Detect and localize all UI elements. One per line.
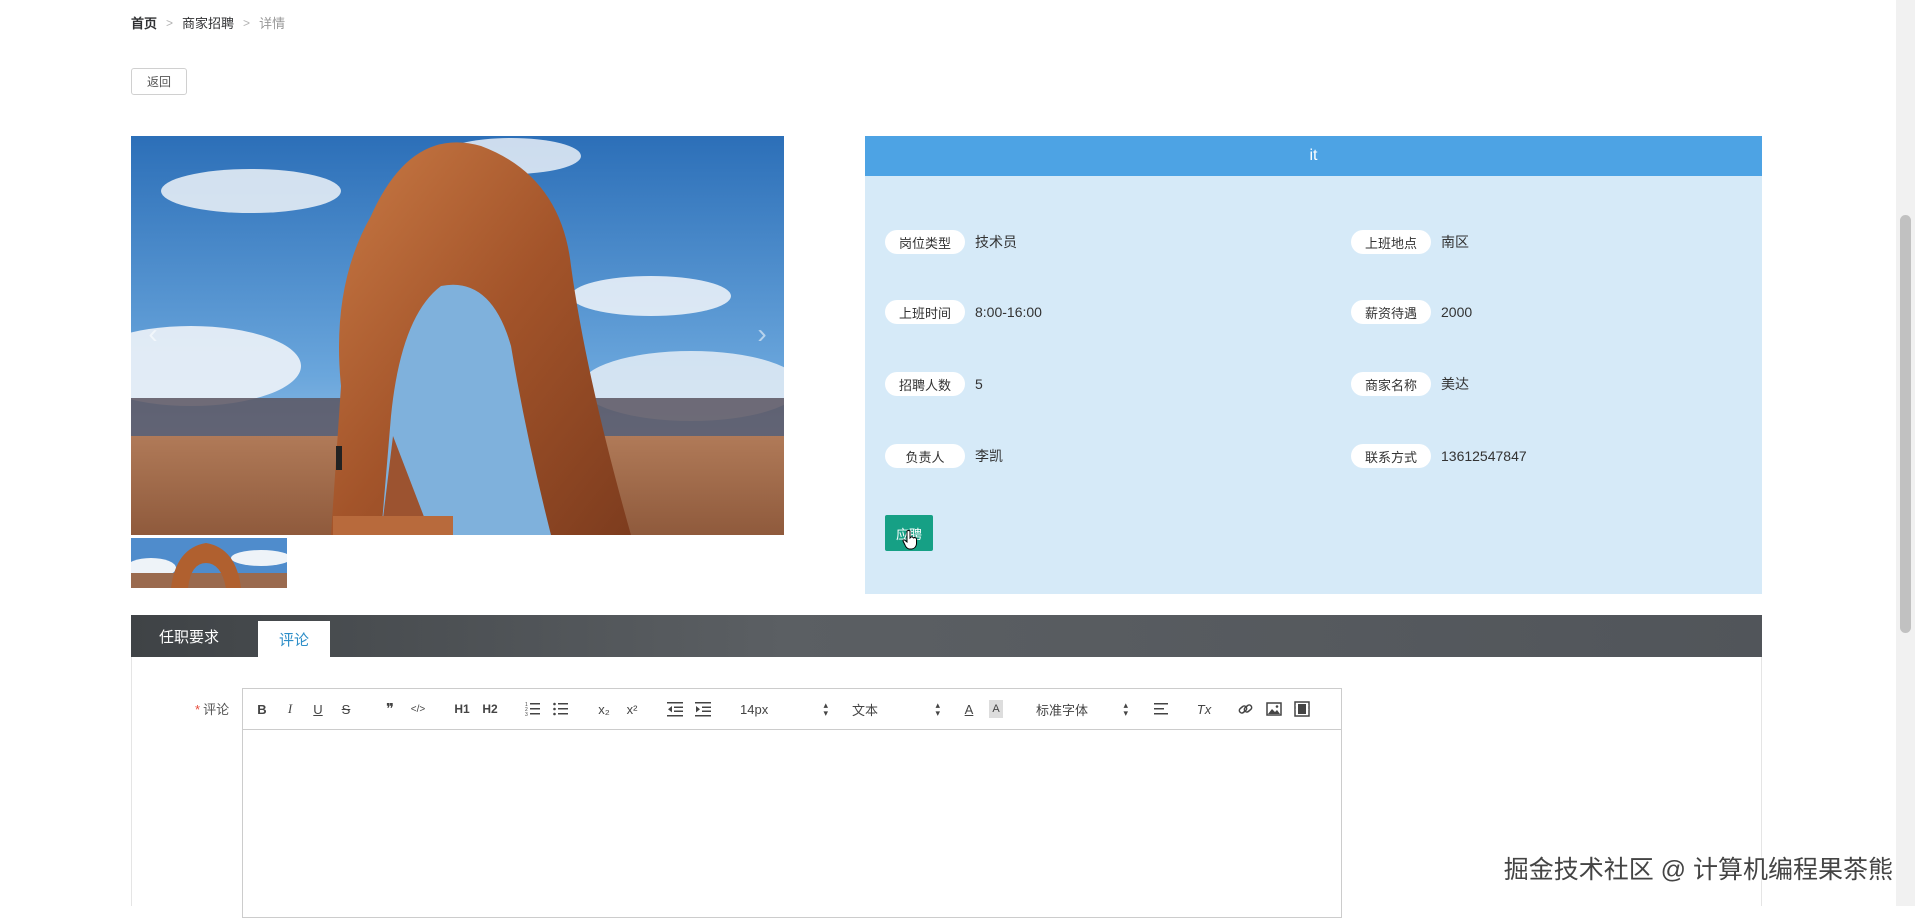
field-value: 2000 [1441, 304, 1473, 320]
breadcrumb-home[interactable]: 首页 [131, 13, 157, 32]
underline-icon[interactable]: U [311, 700, 325, 718]
breadcrumb-current: 详情 [259, 16, 286, 31]
ordered-list-icon[interactable]: 1 2 3 [525, 700, 541, 718]
field-label: 负责人 [885, 444, 965, 468]
carousel-prev-icon[interactable]: ‹ [141, 316, 165, 352]
detail-tabs: 任职要求 评论 [131, 615, 1762, 657]
carousel-thumbnail[interactable] [131, 538, 287, 588]
breadcrumb-separator: > [243, 15, 251, 30]
carousel-image [131, 136, 784, 535]
font-family-select[interactable]: 标准字体 ▴ ▾ [1036, 700, 1128, 718]
field-salary: 薪资待遇 2000 [1351, 300, 1472, 324]
heading-1-icon[interactable]: H1 [452, 700, 472, 718]
watermark: 掘金技术社区 @ 计算机编程果茶熊 [1503, 856, 1893, 884]
align-icon[interactable] [1154, 700, 1170, 718]
breadcrumb-section[interactable]: 商家招聘 [182, 13, 234, 32]
field-position-type: 岗位类型 技术员 [885, 230, 1017, 254]
comment-label: * 评论 [195, 699, 229, 718]
breadcrumb-separator: > [166, 15, 174, 30]
editor-toolbar: B I U S ❞ </> H1 H2 1 2 3 x₂ x² 14px ▴ ▾… [243, 689, 1341, 730]
tab-comments[interactable]: 评论 [258, 621, 330, 657]
field-value: 5 [975, 376, 983, 392]
field-label: 招聘人数 [885, 372, 965, 396]
field-contact-info: 联系方式 13612547847 [1351, 444, 1527, 468]
font-size-value: 14px [740, 701, 769, 717]
field-label: 岗位类型 [885, 230, 965, 254]
select-caret-icon: ▴ ▾ [823, 700, 828, 718]
field-label: 商家名称 [1351, 372, 1431, 396]
scrollbar-thumb[interactable] [1900, 215, 1911, 633]
italic-icon[interactable]: I [283, 700, 297, 718]
font-color-icon[interactable]: A [961, 700, 977, 718]
field-work-location: 上班地点 南区 [1351, 230, 1469, 254]
field-contact-person: 负责人 李凯 [885, 444, 1003, 468]
font-size-select[interactable]: 14px ▴ ▾ [740, 700, 828, 718]
text-style-select[interactable]: 文本 ▴ ▾ [852, 700, 940, 718]
text-style-value: 文本 [852, 702, 879, 718]
required-mark: * [195, 702, 201, 717]
field-value: 13612547847 [1441, 448, 1527, 464]
bold-icon[interactable]: B [255, 700, 269, 718]
video-icon[interactable] [1294, 700, 1310, 718]
field-merchant-name: 商家名称 美达 [1351, 372, 1469, 396]
field-value: 南区 [1441, 234, 1469, 250]
link-icon[interactable] [1238, 700, 1254, 718]
heading-2-icon[interactable]: H2 [480, 700, 500, 718]
background-color-icon[interactable]: A [989, 700, 1003, 718]
field-headcount: 招聘人数 5 [885, 372, 983, 396]
page-scrollbar[interactable] [1896, 0, 1915, 906]
image-icon[interactable] [1266, 700, 1282, 718]
field-value: 李凯 [975, 448, 1003, 464]
field-value: 美达 [1441, 376, 1469, 392]
strikethrough-icon[interactable]: S [339, 700, 353, 718]
field-label: 上班时间 [885, 300, 965, 324]
field-label: 薪资待遇 [1351, 300, 1431, 324]
blockquote-icon[interactable]: ❞ [382, 700, 398, 718]
comment-label-text: 评论 [203, 702, 230, 717]
carousel-next-icon[interactable]: › [750, 316, 774, 352]
select-caret-icon: ▴ ▾ [1123, 700, 1128, 718]
superscript-icon[interactable]: x² [623, 700, 641, 718]
hand-cursor-icon [902, 530, 917, 550]
field-label: 上班地点 [1351, 230, 1431, 254]
field-value: 8:00-16:00 [975, 304, 1042, 320]
breadcrumb: 首页 > 商家招聘 > 详情 [131, 13, 285, 32]
field-work-time: 上班时间 8:00-16:00 [885, 300, 1042, 324]
select-caret-icon: ▴ ▾ [935, 700, 940, 718]
outdent-icon[interactable] [667, 700, 683, 718]
bullet-list-icon[interactable] [553, 700, 569, 718]
field-label: 联系方式 [1351, 444, 1431, 468]
job-info-panel: it 岗位类型 技术员 上班地点 南区 上班时间 8:00-16:00 薪资待遇… [865, 136, 1762, 594]
font-family-value: 标准字体 [1036, 702, 1089, 718]
field-value: 技术员 [975, 234, 1017, 250]
image-carousel[interactable]: ‹ › [131, 136, 784, 535]
svg-text:3: 3 [525, 712, 528, 718]
clear-format-icon[interactable]: Tx [1195, 700, 1213, 718]
subscript-icon[interactable]: x₂ [595, 700, 613, 718]
indent-icon[interactable] [695, 700, 711, 718]
tab-requirements[interactable]: 任职要求 [149, 615, 229, 657]
rich-text-editor[interactable]: B I U S ❞ </> H1 H2 1 2 3 x₂ x² 14px ▴ ▾… [242, 688, 1342, 918]
back-button[interactable]: 返回 [131, 68, 187, 95]
code-block-icon[interactable]: </> [408, 700, 428, 718]
job-title: it [865, 136, 1762, 176]
